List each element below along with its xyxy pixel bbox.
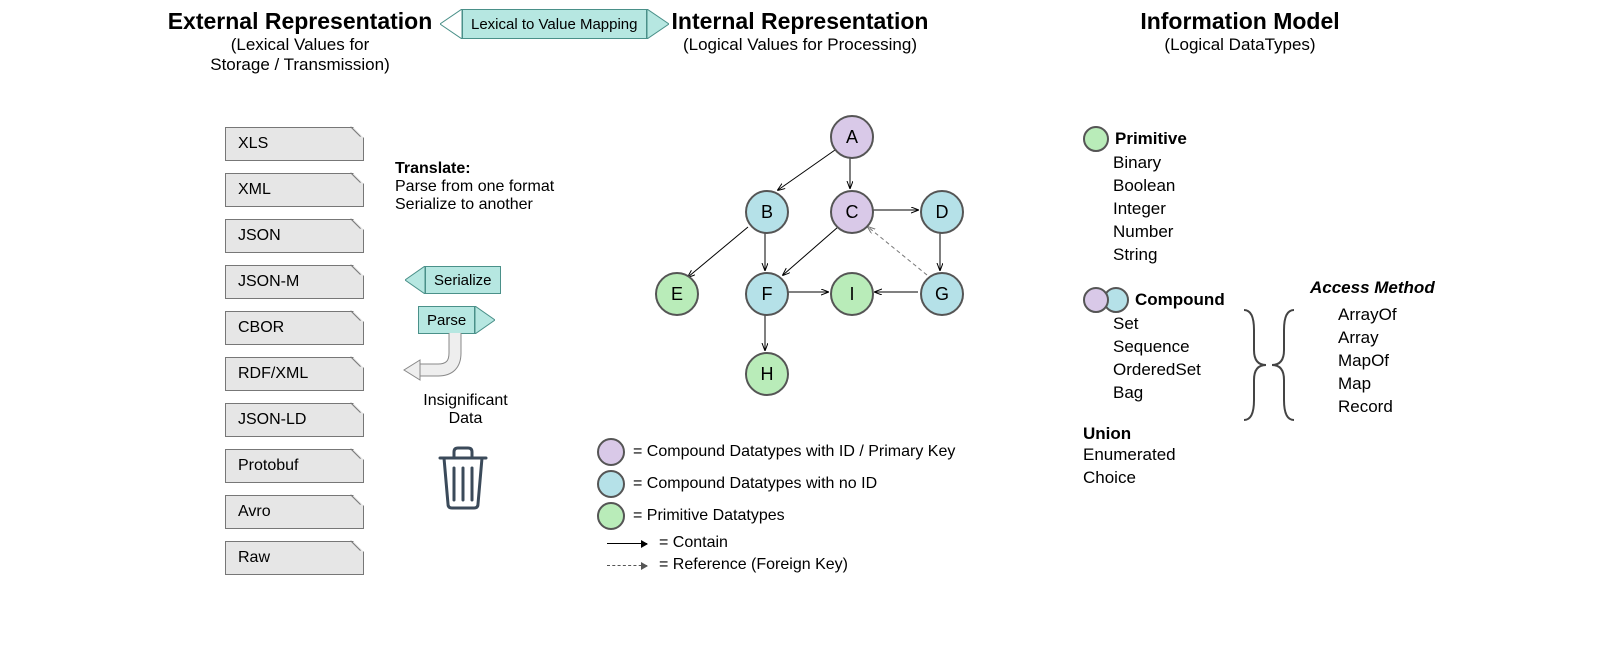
node-f: F [745, 272, 789, 316]
compound-item: Bag [1113, 382, 1225, 405]
legend-text: = Reference (Foreign Key) [659, 556, 848, 574]
primitive-item: Boolean [1113, 175, 1225, 198]
primitive-item: Binary [1113, 152, 1225, 175]
access-item: MapOf [1338, 350, 1435, 373]
compound-item: OrderedSet [1113, 359, 1225, 382]
format-box: CBOR [225, 311, 364, 345]
node-g: G [920, 272, 964, 316]
arrow-right-icon [647, 9, 669, 39]
legend-text: = Contain [659, 534, 728, 552]
node-i: I [830, 272, 874, 316]
node-e: E [655, 272, 699, 316]
format-box: Raw [225, 541, 364, 575]
insig-l2: Data [449, 410, 483, 427]
serialize-arrow: Serialize [405, 266, 501, 294]
access-item: Array [1338, 327, 1435, 350]
infomodel-header: Information Model (Logical DataTypes) [1080, 8, 1400, 55]
legend-dot-green [597, 502, 625, 530]
node-a: A [830, 115, 874, 159]
union-item: Choice [1083, 467, 1225, 490]
primitive-item: String [1113, 244, 1225, 267]
access-item: ArrayOf [1338, 304, 1435, 327]
primitive-dot-icon [1083, 126, 1109, 152]
legend-row: = Compound Datatypes with ID / Primary K… [597, 438, 955, 466]
translate-line2: Serialize to another [395, 196, 533, 213]
primitive-item: Number [1113, 221, 1225, 244]
access-head: Access Method [1310, 278, 1435, 298]
diagram-root: External Representation (Lexical Values … [0, 0, 1600, 648]
legend-line-dashed [607, 565, 647, 566]
infomodel-sub: (Logical DataTypes) [1080, 35, 1400, 55]
legend-row: = Primitive Datatypes [597, 502, 955, 530]
legend-row: = Compound Datatypes with no ID [597, 470, 955, 498]
info-model: Primitive Binary Boolean Integer Number … [1083, 126, 1225, 510]
format-box: JSON-LD [225, 403, 364, 437]
external-header: External Representation (Lexical Values … [160, 8, 440, 75]
format-list: XLS XML JSON JSON-M CBOR RDF/XML JSON-LD… [225, 127, 364, 587]
union-section: Union Enumerated Choice [1083, 424, 1225, 490]
format-box: JSON [225, 219, 364, 253]
format-box: JSON-M [225, 265, 364, 299]
node-c: C [830, 190, 874, 234]
insig-l1: Insignificant [423, 392, 508, 409]
legend-text: = Compound Datatypes with no ID [633, 475, 877, 493]
graph-legend: = Compound Datatypes with ID / Primary K… [597, 438, 955, 578]
external-title: External Representation [160, 8, 440, 35]
legend-dot-purple [597, 438, 625, 466]
compound-head: Compound [1135, 290, 1225, 310]
compound-item: Set [1113, 313, 1225, 336]
primitive-item: Integer [1113, 198, 1225, 221]
primitive-section: Primitive Binary Boolean Integer Number … [1083, 126, 1225, 267]
access-item: Map [1338, 373, 1435, 396]
legend-text: = Primitive Datatypes [633, 507, 785, 525]
infomodel-title: Information Model [1080, 8, 1400, 35]
access-method: Access Method ArrayOf Array MapOf Map Re… [1310, 278, 1435, 419]
translate-head: Translate: [395, 160, 471, 177]
bidir-label: Lexical to Value Mapping [462, 9, 647, 39]
union-head: Union [1083, 424, 1131, 444]
serialize-label: Serialize [425, 266, 501, 294]
arrow-left-icon [440, 9, 462, 39]
external-sub2: Storage / Transmission) [160, 55, 440, 75]
translate-text: Translate: Parse from one format Seriali… [395, 160, 554, 214]
translate-line1: Parse from one format [395, 178, 554, 195]
external-sub1: (Lexical Values for [160, 35, 440, 55]
node-h: H [745, 352, 789, 396]
compound-dot-icon [1083, 287, 1129, 313]
legend-row: = Reference (Foreign Key) [597, 556, 955, 574]
union-item: Enumerated [1083, 444, 1225, 467]
legend-text: = Compound Datatypes with ID / Primary K… [633, 443, 955, 461]
node-d: D [920, 190, 964, 234]
brace-icon [1224, 305, 1314, 430]
format-box: XLS [225, 127, 364, 161]
graph-nodes: A B C D E F I G H [620, 110, 1020, 410]
insignificant-label: Insignificant Data [413, 392, 518, 428]
format-box: Avro [225, 495, 364, 529]
legend-dot-cyan [597, 470, 625, 498]
discard-arrow-icon [400, 330, 470, 400]
primitive-head: Primitive [1115, 129, 1187, 149]
format-box: RDF/XML [225, 357, 364, 391]
node-b: B [745, 190, 789, 234]
compound-section: Compound Set Sequence OrderedSet Bag [1083, 287, 1225, 405]
format-box: XML [225, 173, 364, 207]
compound-item: Sequence [1113, 336, 1225, 359]
trash-icon [432, 440, 494, 517]
access-item: Record [1338, 396, 1435, 419]
legend-line-solid [607, 543, 647, 544]
legend-row: = Contain [597, 534, 955, 552]
bidirectional-arrow: Lexical to Value Mapping [440, 9, 669, 39]
format-box: Protobuf [225, 449, 364, 483]
